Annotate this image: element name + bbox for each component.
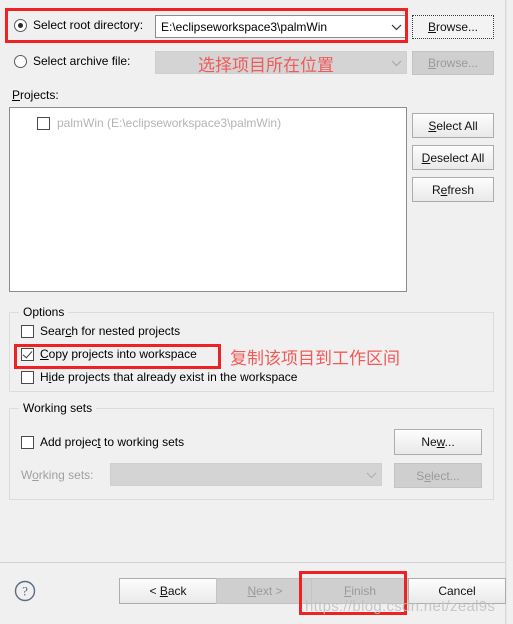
working-sets-group: Working sets Add project to working sets… [9, 401, 494, 500]
browse-root-directory-button[interactable]: Browse... [412, 15, 494, 39]
cancel-label: Cancel [438, 584, 476, 598]
copy-projects-label: Copy projects into workspace [40, 347, 197, 361]
refresh-button[interactable]: Refresh [412, 177, 494, 202]
root-directory-radio-row[interactable]: Select root directory: [14, 18, 143, 32]
select-archive-file-label: Select archive file: [33, 54, 131, 68]
search-nested-projects-checkbox[interactable] [21, 324, 34, 338]
refresh-label: Refresh [431, 182, 475, 197]
add-project-to-working-sets-row[interactable]: Add project to working sets [21, 435, 184, 449]
footer-divider [0, 562, 505, 563]
new-working-set-label: New... [421, 435, 455, 449]
question-mark-icon: ? [14, 580, 36, 602]
annotation-note-location: 选择项目所在位置 [198, 56, 334, 76]
next-button: Next > [216, 578, 314, 604]
select-all-label: Select All [428, 118, 478, 133]
option-search-nested-row[interactable]: Search for nested projects [21, 324, 180, 338]
back-label: < Back [149, 584, 187, 598]
root-directory-value: E:\eclipseworkspace3\palmWin [161, 19, 328, 34]
select-root-directory-radio[interactable] [14, 18, 27, 32]
search-nested-projects-label: Search for nested projects [40, 324, 181, 338]
add-project-working-sets-checkbox[interactable] [21, 435, 34, 449]
option-copy-projects-row[interactable]: Copy projects into workspace [21, 347, 197, 361]
archive-file-radio-row[interactable]: Select archive file: [14, 54, 130, 68]
projects-section-label: Projects: [12, 88, 59, 102]
option-hide-existing-row[interactable]: Hide projects that already exist in the … [21, 370, 297, 384]
watermark: https://blog.csdn.net/zeal9s [305, 598, 496, 615]
select-archive-file-radio[interactable] [14, 54, 27, 68]
projects-list[interactable]: palmWin (E:\eclipseworkspace3\palmWin) [9, 107, 407, 292]
help-button[interactable]: ? [14, 580, 36, 605]
select-all-button[interactable]: Select All [412, 113, 494, 138]
working-sets-field-label: Working sets: [21, 468, 94, 482]
chevron-down-icon-archive [386, 59, 406, 67]
finish-label: Finish [343, 584, 377, 598]
select-root-directory-label: Select root directory: [33, 18, 144, 32]
svg-text:?: ? [22, 584, 28, 599]
project-item-label: palmWin (E:\eclipseworkspace3\palmWin) [57, 116, 282, 130]
chevron-down-icon[interactable] [386, 23, 406, 31]
options-group-title: Options [19, 305, 69, 319]
list-item[interactable]: palmWin (E:\eclipseworkspace3\palmWin) [10, 108, 406, 130]
browse-archive-file-button: Browse... [412, 51, 494, 75]
hide-existing-projects-checkbox[interactable] [21, 370, 34, 384]
chevron-down-icon-working-sets [361, 471, 381, 479]
back-button[interactable]: < Back [119, 578, 217, 604]
copy-projects-checkbox[interactable] [21, 347, 34, 361]
add-project-working-sets-label: Add project to working sets [40, 435, 185, 449]
select-working-set-label: Select... [416, 468, 460, 483]
hide-existing-projects-label: Hide projects that already exist in the … [40, 370, 298, 384]
select-working-set-button: Select... [394, 463, 482, 488]
root-directory-combo[interactable]: E:\eclipseworkspace3\palmWin [155, 15, 407, 38]
annotation-note-copy: 复制该项目到工作区间 [230, 349, 400, 369]
project-checkbox-palmwin[interactable] [37, 116, 50, 130]
browse-archive-label: Browse... [427, 56, 479, 70]
deselect-all-label: Deselect All [421, 150, 485, 165]
import-projects-dialog: Select root directory: E:\eclipseworkspa… [0, 0, 506, 624]
working-sets-group-title: Working sets [19, 401, 97, 415]
new-working-set-button[interactable]: New... [394, 429, 482, 455]
dialog-right-edge [506, 0, 513, 624]
deselect-all-button[interactable]: Deselect All [412, 145, 494, 170]
browse-root-label: Browse... [427, 20, 479, 34]
working-sets-combo [110, 463, 382, 486]
next-label: Next > [247, 584, 283, 598]
